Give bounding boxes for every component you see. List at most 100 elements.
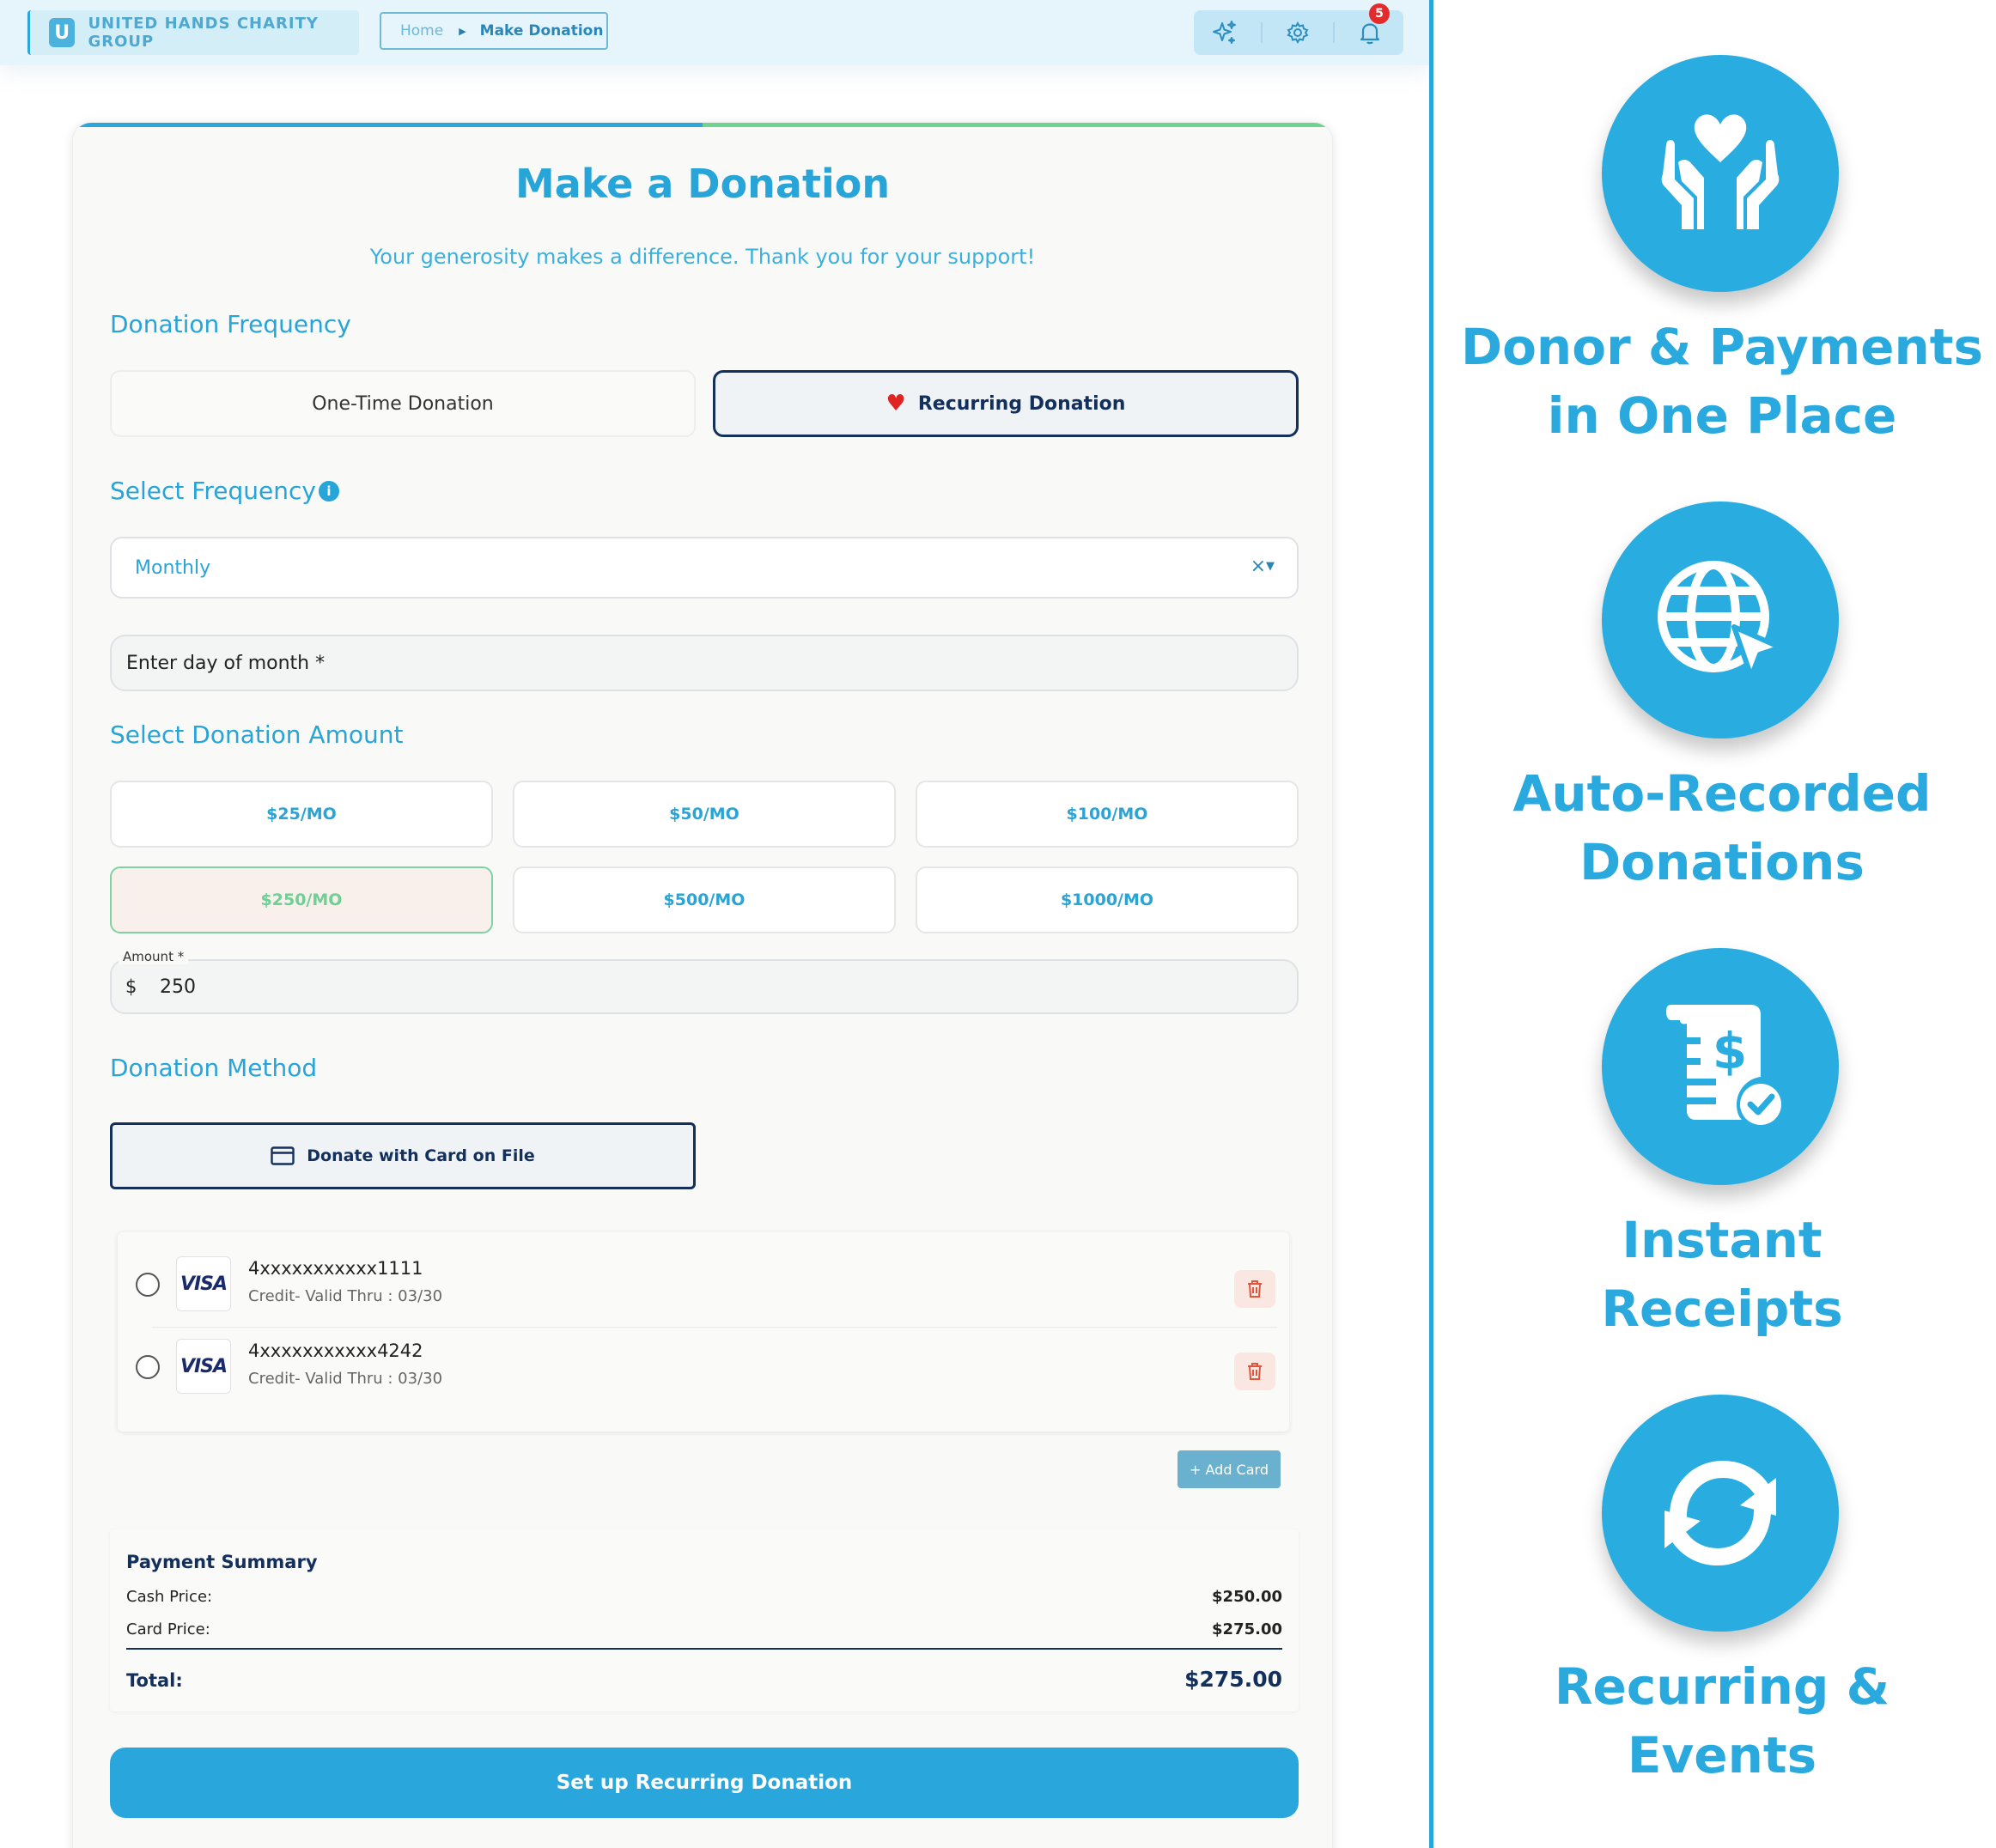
day-of-month-placeholder: Enter day of month *: [126, 652, 326, 674]
summary-divider: [126, 1648, 1282, 1650]
amount-option-250[interactable]: $250/MO: [110, 866, 493, 933]
page-title: Make a Donation: [514, 161, 891, 207]
notification-count-badge: 5: [1369, 3, 1390, 24]
receipt-check-icon: $: [1666, 1005, 1781, 1125]
payment-summary: Payment Summary Cash Price: $250.00 Card…: [110, 1529, 1299, 1711]
card-price-value: $275.00: [1212, 1620, 1282, 1638]
add-card-button[interactable]: + Add Card: [1178, 1450, 1281, 1488]
feature-title-line: Instant: [1622, 1211, 1823, 1269]
toolbar-divider: [1261, 22, 1263, 43]
hands-heart-icon: [1661, 114, 1780, 229]
feature-title-line: Events: [1627, 1726, 1817, 1784]
feature-icon-circle: $: [1602, 948, 1839, 1185]
organization-logo: U: [49, 18, 76, 47]
saved-card-row[interactable]: VISA 4xxxxxxxxxxx4242 Credit- Valid Thru…: [118, 1327, 1289, 1407]
organization-name: UNITED HANDS CHARITY GROUP: [88, 15, 319, 51]
globe-cursor-icon: [1658, 561, 1783, 679]
sparkles-icon: [1213, 21, 1236, 44]
caret-down-icon[interactable]: ▼: [1266, 560, 1275, 573]
delete-card-button[interactable]: [1234, 1270, 1275, 1308]
total-label: Total:: [126, 1670, 183, 1691]
frequency-value: Monthly: [135, 556, 211, 579]
chevron-right-icon: ▶: [459, 25, 466, 37]
amount-input[interactable]: Amount * $ 250: [110, 949, 1299, 1014]
payment-summary-title: Payment Summary: [126, 1552, 318, 1572]
feature-icon-circle: [1602, 55, 1839, 292]
feature-title: Auto-Recorded Donations: [1433, 759, 1996, 897]
feature-title-line: Auto-Recorded: [1512, 764, 1932, 823]
feature-icon-circle: [1602, 502, 1839, 739]
amount-label: Amount *: [119, 949, 189, 964]
day-of-month-input[interactable]: Enter day of month *: [110, 635, 1299, 691]
amount-option-50[interactable]: $50/MO: [513, 781, 896, 848]
frequency-select[interactable]: Monthly ×▼: [110, 537, 1299, 599]
donation-card: Make a Donation Your generosity makes a …: [72, 122, 1333, 1848]
card-price-label: Card Price:: [126, 1620, 210, 1638]
card-number: 4xxxxxxxxxxx1111: [248, 1258, 423, 1279]
visa-logo-icon: VISA: [176, 1256, 231, 1311]
toolbar-divider: [1333, 22, 1335, 43]
setup-recurring-donation-button[interactable]: Set up Recurring Donation: [110, 1748, 1299, 1818]
feature-title-line: Donor & Payments: [1460, 318, 1984, 376]
breadcrumb-current: Make Donation: [479, 22, 604, 40]
card-on-file-label: Donate with Card on File: [307, 1146, 535, 1165]
feature-donor-payments: Donor & Payments in One Place: [1433, 55, 1996, 502]
svg-text:$: $: [1713, 1022, 1747, 1080]
donation-amount-heading: Select Donation Amount: [110, 720, 404, 749]
feature-auto-recorded: Auto-Recorded Donations: [1433, 502, 1996, 948]
amount-value: 250: [160, 976, 196, 998]
donation-frequency-heading: Donation Frequency: [110, 310, 351, 338]
amount-option-1000[interactable]: $1000/MO: [916, 866, 1299, 933]
cash-price-label: Cash Price:: [126, 1588, 213, 1606]
trash-icon: [1248, 1363, 1262, 1380]
recurring-donation-label: Recurring Donation: [917, 392, 1126, 415]
credit-card-icon: [271, 1146, 295, 1165]
page-subtitle: Your generosity makes a difference. Than…: [369, 245, 1036, 269]
delete-card-button[interactable]: [1234, 1353, 1275, 1390]
recurring-arrows-icon: [1664, 1460, 1776, 1566]
feature-title-line: Donations: [1579, 833, 1865, 891]
cash-price-value: $250.00: [1212, 1588, 1282, 1606]
feature-title: Instant Receipts: [1433, 1206, 1996, 1343]
feature-title: Recurring & Events: [1433, 1652, 1996, 1790]
card-progress-bar: [73, 123, 1332, 127]
feature-title: Donor & Payments in One Place: [1433, 313, 1996, 450]
select-frequency-heading: Select Frequency: [110, 477, 316, 505]
feature-instant-receipts: $ Instant Receipts: [1433, 948, 1996, 1395]
select-controls: ×▼: [1251, 556, 1275, 577]
amount-option-100[interactable]: $100/MO: [916, 781, 1299, 848]
feature-icon-circle: [1602, 1395, 1839, 1632]
visa-logo-icon: VISA: [176, 1339, 231, 1394]
card-radio[interactable]: [136, 1355, 160, 1379]
feature-recurring-events: Recurring & Events: [1433, 1395, 1996, 1841]
saved-cards-list: VISA 4xxxxxxxxxxx1111 Credit- Valid Thru…: [118, 1232, 1289, 1432]
total-value: $275.00: [1184, 1667, 1282, 1692]
sparkles-button[interactable]: [1194, 10, 1254, 55]
clear-icon[interactable]: ×: [1251, 556, 1266, 577]
card-radio[interactable]: [136, 1273, 160, 1297]
recurring-donation-button[interactable]: ♥ Recurring Donation: [713, 370, 1299, 437]
breadcrumb-home[interactable]: Home: [400, 22, 443, 40]
amount-option-25[interactable]: $25/MO: [110, 781, 493, 848]
one-time-donation-button[interactable]: One-Time Donation: [110, 370, 696, 437]
trash-icon: [1248, 1280, 1262, 1298]
feature-title-line: Recurring &: [1554, 1657, 1890, 1716]
feature-title-line: Receipts: [1601, 1280, 1843, 1338]
amount-option-500[interactable]: $500/MO: [513, 866, 896, 933]
info-icon[interactable]: i: [319, 481, 339, 502]
donation-method-heading: Donation Method: [110, 1054, 318, 1082]
heart-icon: ♥: [885, 391, 906, 416]
features-panel: Donor & Payments in One Place Auto-Recor…: [1433, 0, 1996, 1848]
top-bar: U UNITED HANDS CHARITY GROUP Home ▶ Make…: [0, 0, 1429, 65]
card-number: 4xxxxxxxxxxx4242: [248, 1340, 423, 1361]
feature-title-line: in One Place: [1547, 386, 1897, 445]
organization-chip[interactable]: U UNITED HANDS CHARITY GROUP: [27, 10, 359, 55]
donation-app: U UNITED HANDS CHARITY GROUP Home ▶ Make…: [0, 0, 1429, 1848]
saved-card-row[interactable]: VISA 4xxxxxxxxxxx1111 Credit- Valid Thru…: [118, 1244, 1289, 1325]
donate-with-card-on-file-button[interactable]: Donate with Card on File: [110, 1122, 696, 1189]
settings-button[interactable]: [1268, 10, 1328, 55]
gear-icon: [1287, 21, 1309, 45]
currency-symbol: $: [125, 976, 137, 997]
breadcrumb: Home ▶ Make Donation: [380, 12, 608, 50]
one-time-donation-label: One-Time Donation: [312, 392, 494, 415]
